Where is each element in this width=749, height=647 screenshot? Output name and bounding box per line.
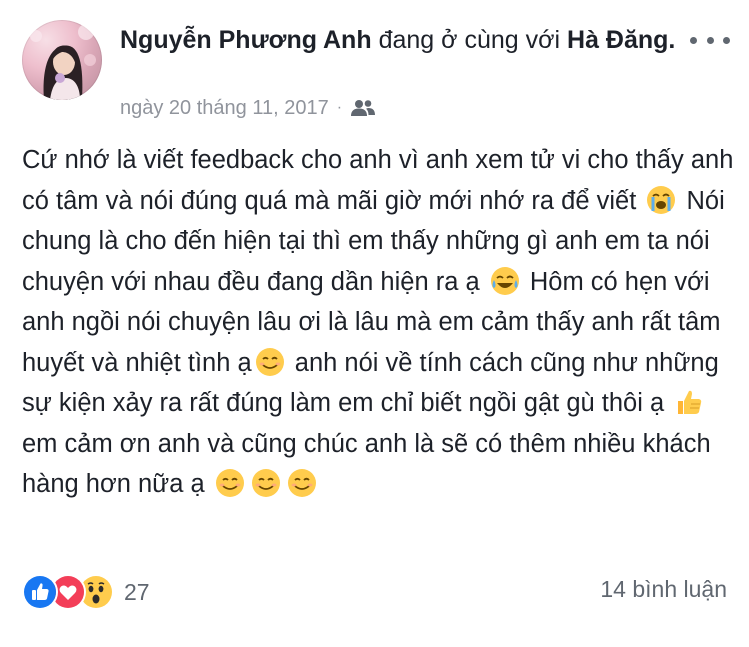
- meta-separator: ·: [336, 99, 343, 116]
- body-text-5: em cảm ơn anh và cũng chúc anh là sẽ có …: [22, 429, 711, 499]
- reactions-summary[interactable]: 27: [22, 574, 150, 610]
- smiling-emoji: [215, 468, 245, 498]
- author-name[interactable]: Nguyễn Phương Anh: [120, 26, 372, 54]
- body-text-1: Cứ nhớ là viết feedback cho anh vì anh x…: [22, 146, 734, 215]
- comments-count-link[interactable]: 14 bình luận: [600, 576, 727, 603]
- smiling-emoji: [255, 347, 285, 377]
- more-dot: [690, 36, 697, 44]
- more-dot: [706, 36, 714, 44]
- post-footer: 27 14 bình luận: [22, 574, 727, 610]
- reaction-count: 27: [124, 578, 150, 605]
- thumbs-up-emoji: [674, 387, 704, 417]
- more-dot: [723, 36, 730, 44]
- post-meta: ngày 20 tháng 11, 2017 ·: [120, 94, 376, 122]
- smiling-emoji: [251, 468, 281, 498]
- smiling-emoji: [287, 468, 317, 498]
- like-icon: [22, 574, 58, 610]
- tagged-person[interactable]: Hà Đăng.: [567, 26, 675, 54]
- post-card: Nguyễn Phương Anh đang ở cùng với Hà Đăn…: [0, 0, 749, 647]
- friends-icon[interactable]: [350, 98, 376, 118]
- post-date[interactable]: ngày 20 tháng 11, 2017: [120, 97, 329, 120]
- author-avatar[interactable]: [22, 20, 102, 100]
- more-options-button[interactable]: [690, 28, 730, 52]
- with-text: đang ở cùng với: [378, 26, 561, 54]
- loudly-crying-emoji: [646, 185, 676, 215]
- post-body: Cứ nhớ là viết feedback cho anh vì anh x…: [22, 140, 734, 505]
- tears-of-joy-emoji: [490, 266, 520, 296]
- post-header: Nguyễn Phương Anh đang ở cùng với Hà Đăn…: [120, 22, 690, 58]
- avatar-photo: [30, 24, 96, 100]
